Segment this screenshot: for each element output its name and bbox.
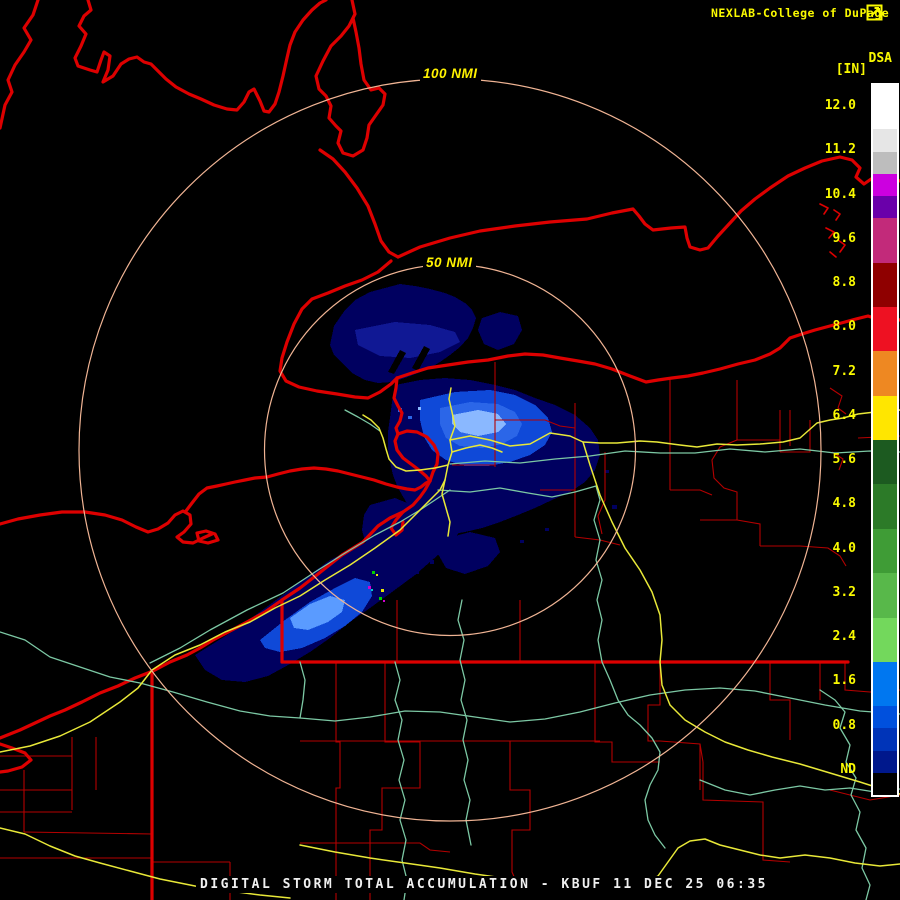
legend-segment xyxy=(873,750,897,795)
legend-label: ND xyxy=(840,761,856,777)
legend-label: 1.6 xyxy=(832,673,856,689)
legend-segment xyxy=(873,573,897,618)
legend-label: 9.6 xyxy=(832,230,856,246)
canada-shore-nw xyxy=(0,0,40,130)
legend-segment xyxy=(873,262,897,307)
toronto-to-border xyxy=(318,148,400,259)
window-arrow-icon xyxy=(866,4,883,21)
legend-segment xyxy=(873,706,897,751)
legend-segment xyxy=(873,129,897,174)
legend-segment xyxy=(873,528,897,574)
product-title: DIGITAL STORM TOTAL ACCUMULATION - KBUF … xyxy=(196,876,772,893)
radar-screen: NEXLAB-College of DuPage DSA [IN] 100 NM… xyxy=(0,0,900,900)
legend-color-scale xyxy=(871,83,899,797)
units-label: [IN] xyxy=(835,62,867,77)
range-ring-50-label: 50 NMI xyxy=(423,255,476,270)
legend-segment xyxy=(873,617,897,662)
legend-label: 4.0 xyxy=(832,540,856,556)
legend-segment xyxy=(873,395,897,440)
legend-segment xyxy=(873,440,897,485)
legend-segment xyxy=(873,173,897,219)
legend-label: 10.4 xyxy=(824,186,856,202)
hamilton-toronto-shore xyxy=(73,0,328,114)
legend-segment xyxy=(873,484,897,529)
legend-label: 8.0 xyxy=(832,319,856,335)
precip-ontario-east-patch xyxy=(478,312,522,350)
range-ring-100-label: 100 NMI xyxy=(420,66,481,81)
legend-label: 5.6 xyxy=(832,452,856,468)
product-code-label: DSA xyxy=(868,51,892,66)
legend-segment xyxy=(873,218,897,263)
legend-segment xyxy=(873,661,897,707)
radar-map xyxy=(0,0,900,900)
legend-label: 6.4 xyxy=(832,407,856,423)
legend-label: 3.2 xyxy=(832,584,856,600)
legend-label: 8.8 xyxy=(832,275,856,291)
erie-north-shore xyxy=(0,509,214,545)
legend-labels: 12.0 11.2 10.4 9.6 8.8 8.0 7.2 6.4 5.6 4.8 4.0 3.2 2… xyxy=(800,85,866,793)
precipitation-layer xyxy=(195,284,617,682)
legend-label: 12.0 xyxy=(824,98,856,114)
legend-segment xyxy=(873,306,897,352)
toronto-spit xyxy=(314,0,387,158)
legend-label: 7.2 xyxy=(832,363,856,379)
legend-segment xyxy=(873,85,897,130)
legend-label: 0.8 xyxy=(832,717,856,733)
precip-band-east-patch xyxy=(438,532,500,574)
legend-label: 2.4 xyxy=(832,629,856,645)
legend-label: 11.2 xyxy=(824,142,856,158)
legend-label: 4.8 xyxy=(832,496,856,512)
header-source: NEXLAB-College of DuPage xyxy=(711,6,890,20)
legend-segment xyxy=(873,351,897,396)
